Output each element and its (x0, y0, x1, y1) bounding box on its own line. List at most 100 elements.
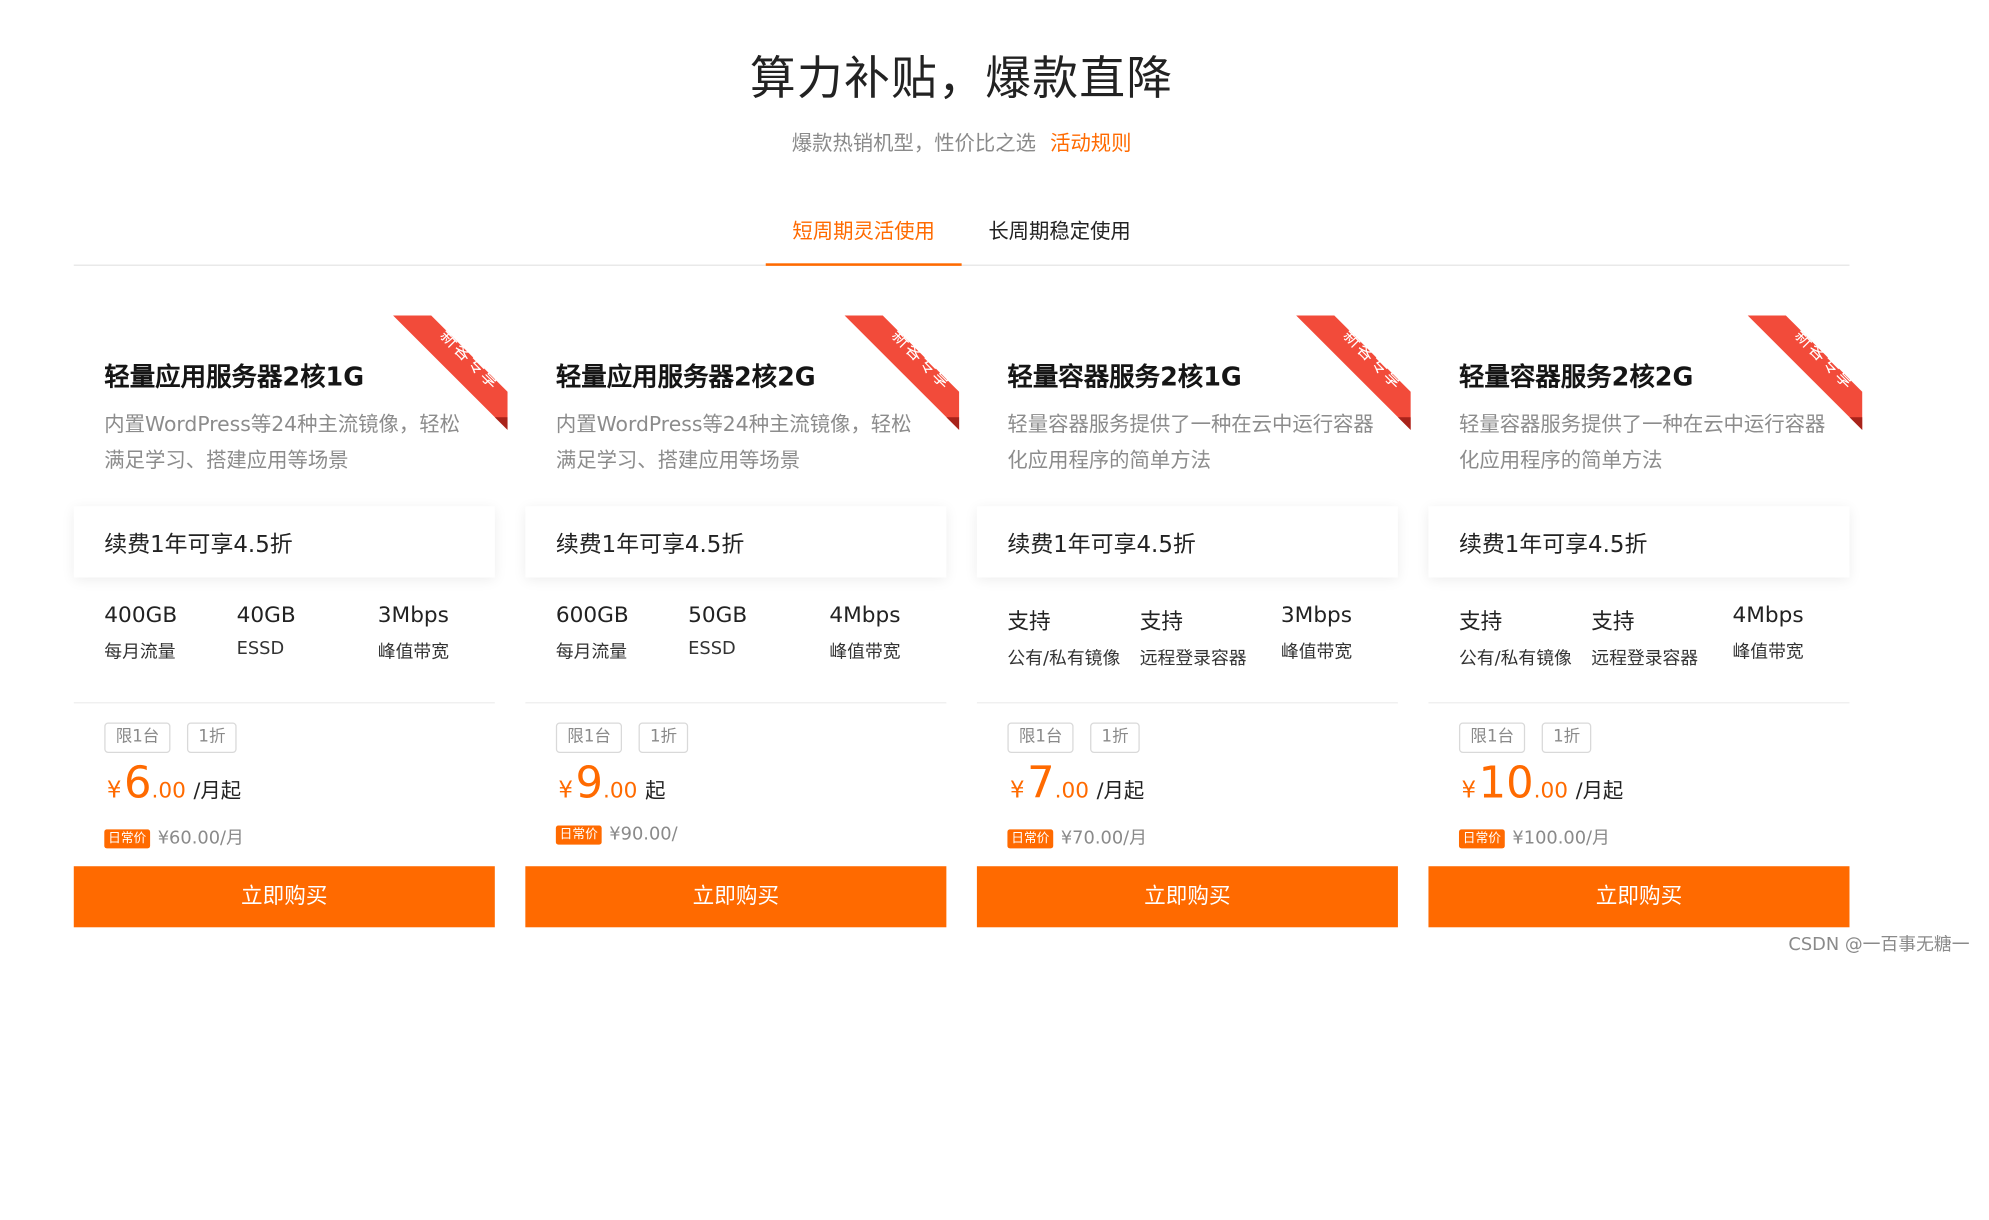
buy-now-button[interactable]: 立即购买 (1428, 866, 1850, 928)
spec-label: 峰值带宽 (829, 642, 901, 663)
product-card: 新客专享 轻量容器服务2核1G 轻量容器服务提供了一种在云中运行容器化应用程序的… (976, 302, 1411, 933)
price-currency: ¥ (106, 777, 122, 804)
spec-label: 远程登录容器 (1591, 648, 1699, 670)
daily-price: 日常价 ¥90.00/ (555, 824, 678, 845)
spec-label: 每月流量 (555, 642, 628, 663)
daily-price-badge: 日常价 (1458, 829, 1505, 849)
spec-item: 支持 远程登录容器 (1591, 603, 1698, 670)
renew-offer: 续费1年可享4.5折 (525, 506, 947, 578)
product-card: 新客专享 轻量应用服务器2核1G 内置WordPress等24种主流镜像，轻松满… (73, 302, 508, 933)
daily-price-value: ¥60.00/月 (157, 828, 244, 849)
price-currency: ¥ (1461, 777, 1477, 804)
discount-tag: 1折 (186, 722, 237, 754)
divider (525, 702, 947, 704)
spec-label: 峰值带宽 (1732, 642, 1804, 663)
daily-price-badge: 日常价 (104, 829, 151, 849)
daily-price: 日常价 ¥100.00/月 (1458, 824, 1610, 849)
spec-value: 支持 (1007, 609, 1051, 635)
price-unit: /月起 (193, 778, 242, 803)
page: 算力补贴，爆款直降 爆款热销机型，性价比之选 活动规则 短周期灵活使用 长周期稳… (0, 0, 1989, 1220)
card-title: 轻量应用服务器2核1G (104, 361, 365, 392)
spec-label: 峰值带宽 (1280, 642, 1353, 663)
price-integer: 9 (575, 758, 604, 809)
price-unit: /月起 (1575, 778, 1624, 803)
daily-price-value: ¥70.00/月 (1060, 828, 1147, 849)
price-decimal: .00 (603, 778, 638, 804)
card-title: 轻量容器服务2核2G (1458, 361, 1694, 392)
divider (1428, 702, 1850, 704)
spec-label: 峰值带宽 (377, 642, 450, 663)
price-integer: 10 (1478, 758, 1534, 809)
spec-value: 600GB (555, 602, 629, 629)
divider (976, 702, 1398, 704)
daily-price-badge: 日常价 (555, 825, 602, 845)
renew-text: 续费1年可享4.5折 (555, 531, 745, 559)
activity-rules-link[interactable]: 活动规则 (1050, 131, 1131, 155)
discount-tag: 1折 (638, 722, 689, 754)
page-inner: 算力补贴，爆款直降 爆款热销机型，性价比之选 活动规则 短周期灵活使用 长周期稳… (0, 0, 1989, 959)
tab-short-term[interactable]: 短周期灵活使用 (765, 204, 962, 266)
limit-tag: 限1台 (1007, 722, 1074, 754)
spec-item: 支持 公有/私有镜像 (1459, 603, 1572, 670)
spec-label: 公有/私有镜像 (1007, 648, 1121, 670)
spec-item: 50GB ESSD (688, 603, 747, 659)
buy-now-button[interactable]: 立即购买 (976, 866, 1398, 928)
price: ¥10.00/月起 (1462, 758, 1624, 809)
buy-now-button[interactable]: 立即购买 (73, 866, 495, 928)
price-currency: ¥ (1009, 777, 1025, 804)
csdn-watermark: CSDN @一百事无糖一 (1788, 934, 1970, 956)
spec-label: 远程登录容器 (1139, 648, 1247, 670)
price-unit: /月起 (1096, 778, 1145, 803)
spec-label: 每月流量 (104, 642, 176, 663)
renew-offer: 续费1年可享4.5折 (976, 506, 1398, 578)
spec-value: 支持 (1591, 609, 1635, 635)
spec-value: 50GB (688, 602, 748, 629)
spec-item: 40GB ESSD (237, 603, 296, 659)
spec-item: 400GB 每月流量 (104, 603, 177, 664)
renew-offer: 续费1年可享4.5折 (1428, 506, 1850, 578)
spec-item: 4Mbps 峰值带宽 (829, 603, 900, 664)
card-description: 内置WordPress等24种主流镜像，轻松满足学习、搭建应用等场景 (555, 412, 912, 472)
spec-item: 支持 公有/私有镜像 (1007, 603, 1120, 670)
limit-tag: 限1台 (104, 722, 171, 754)
spec-label: ESSD (236, 638, 285, 659)
daily-price-value: ¥100.00/月 (1512, 828, 1610, 849)
spec-value: 3Mbps (377, 602, 449, 629)
daily-price-value: ¥90.00/ (609, 824, 678, 845)
spec-label: ESSD (688, 638, 736, 659)
spec-item: 4Mbps 峰值带宽 (1732, 603, 1803, 664)
spec-value: 4Mbps (1732, 602, 1804, 629)
spec-value: 4Mbps (829, 602, 901, 629)
discount-tag: 1折 (1090, 722, 1141, 754)
spec-item: 3Mbps 峰值带宽 (378, 603, 449, 664)
price-decimal: .00 (1533, 778, 1569, 804)
card-description: 轻量容器服务提供了一种在云中运行容器化应用程序的简单方法 (1007, 412, 1374, 472)
spec-label: 公有/私有镜像 (1458, 648, 1572, 670)
daily-price: 日常价 ¥60.00/月 (104, 824, 244, 849)
tab-long-term[interactable]: 长周期稳定使用 (962, 204, 1158, 264)
daily-price-badge: 日常价 (1007, 829, 1054, 849)
card-title: 轻量容器服务2核1G (1007, 361, 1242, 392)
limit-tag: 限1台 (1458, 722, 1526, 754)
product-card: 新客专享 轻量容器服务2核2G 轻量容器服务提供了一种在云中运行容器化应用程序的… (1428, 302, 1863, 933)
renew-text: 续费1年可享4.5折 (1458, 531, 1648, 559)
price: ¥7.00/月起 (1010, 758, 1144, 809)
page-title: 算力补贴，爆款直降 (749, 53, 1174, 106)
price-integer: 7 (1027, 758, 1055, 809)
renew-offer: 续费1年可享4.5折 (73, 506, 495, 578)
buy-now-button[interactable]: 立即购买 (525, 866, 947, 928)
price-decimal: .00 (151, 778, 186, 804)
spec-item: 600GB 每月流量 (556, 603, 629, 664)
price-unit: 起 (645, 778, 666, 803)
spec-value: 支持 (1139, 609, 1183, 635)
limit-tag: 限1台 (555, 722, 623, 754)
spec-item: 支持 远程登录容器 (1140, 603, 1247, 670)
price-integer: 6 (123, 758, 152, 809)
price: ¥6.00/月起 (107, 758, 241, 809)
renew-text: 续费1年可享4.5折 (104, 531, 293, 559)
period-tabs: 短周期灵活使用 长周期稳定使用 (73, 204, 1850, 266)
price-decimal: .00 (1054, 778, 1090, 804)
spec-item: 3Mbps 峰值带宽 (1281, 603, 1352, 664)
daily-price: 日常价 ¥70.00/月 (1007, 824, 1147, 849)
spec-value: 40GB (236, 602, 296, 629)
